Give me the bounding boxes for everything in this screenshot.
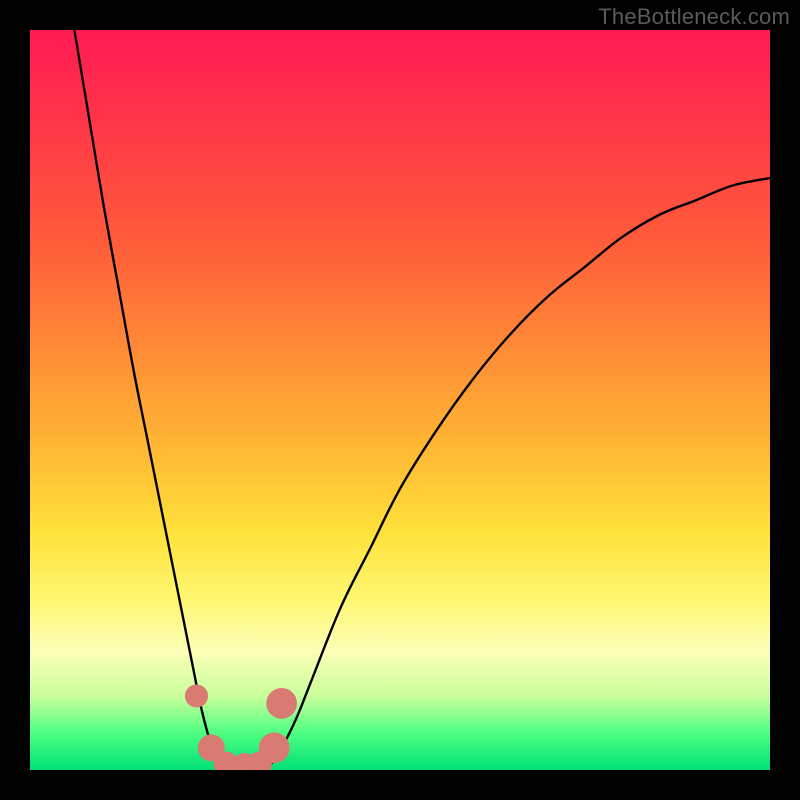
attribution-text: TheBottleneck.com — [598, 4, 790, 30]
curve-right-branch — [267, 178, 770, 770]
curve-paths — [74, 30, 770, 770]
marker-left-upper — [185, 684, 208, 707]
marker-right-upper — [266, 688, 297, 719]
marker-dots — [185, 684, 297, 770]
curve-layer — [30, 30, 770, 770]
marker-right-lower — [259, 732, 290, 763]
plot-area — [30, 30, 770, 770]
chart-frame: TheBottleneck.com — [0, 0, 800, 800]
curve-left-branch — [74, 30, 222, 770]
